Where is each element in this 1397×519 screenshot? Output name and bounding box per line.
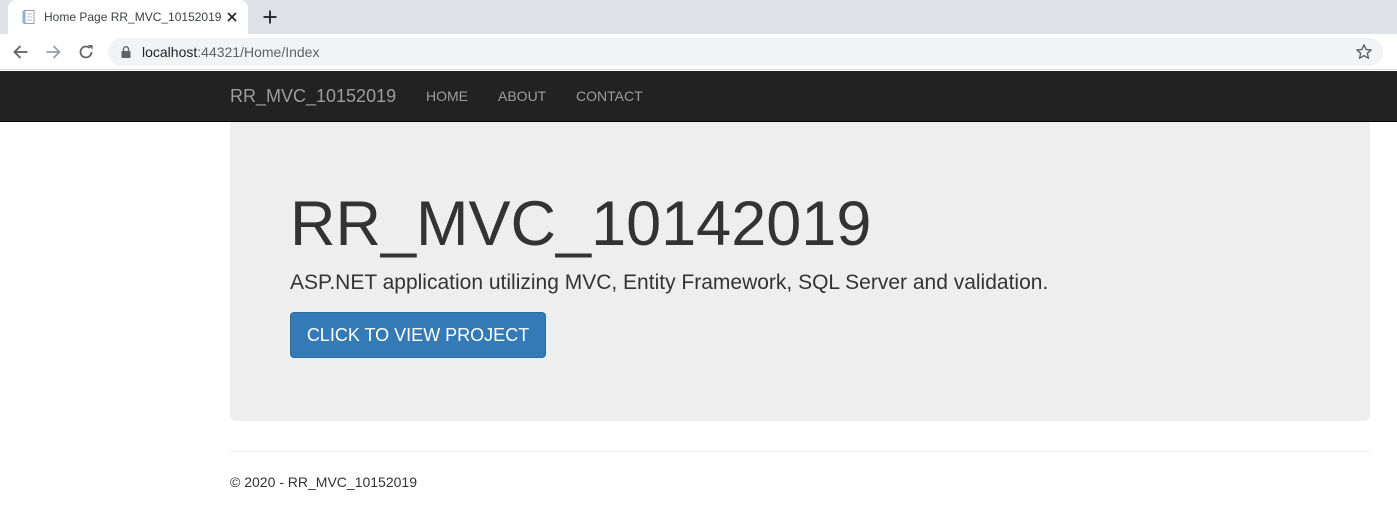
browser-tabstrip: Home Page RR_MVC_10152019 bbox=[0, 0, 1397, 34]
lock-icon[interactable] bbox=[119, 45, 133, 59]
browser-toolbar: localhost:44321/Home/Index bbox=[0, 34, 1397, 70]
forward-arrow-icon[interactable] bbox=[43, 42, 63, 62]
page-icon bbox=[22, 10, 35, 24]
footer-divider bbox=[230, 451, 1370, 452]
back-arrow-icon[interactable] bbox=[11, 42, 31, 62]
footer-copyright: © 2020 - RR_MVC_10152019 bbox=[230, 474, 417, 490]
lead-text: ASP.NET application utilizing MVC, Entit… bbox=[290, 271, 1049, 294]
tab-title: Home Page RR_MVC_10152019 bbox=[44, 10, 222, 24]
reload-icon[interactable] bbox=[76, 42, 96, 62]
browser-tab[interactable]: Home Page RR_MVC_10152019 bbox=[8, 0, 248, 34]
plus-icon[interactable] bbox=[260, 7, 280, 27]
view-project-button[interactable]: CLICK TO VIEW PROJECT bbox=[290, 312, 546, 358]
star-icon[interactable] bbox=[1355, 43, 1373, 61]
close-icon[interactable] bbox=[224, 9, 240, 25]
nav-link-contact[interactable]: CONTACT bbox=[576, 71, 643, 122]
page-title: RR_MVC_10142019 bbox=[290, 189, 872, 259]
url-text[interactable]: localhost:44321/Home/Index bbox=[142, 38, 319, 66]
nav-link-home[interactable]: HOME bbox=[426, 71, 468, 122]
site-navbar: RR_MVC_10152019 HOME ABOUT CONTACT bbox=[0, 71, 1397, 122]
nav-link-about[interactable]: ABOUT bbox=[498, 71, 546, 122]
url-host: localhost bbox=[142, 44, 198, 60]
address-bar[interactable]: localhost:44321/Home/Index bbox=[108, 38, 1383, 66]
url-path: :44321/Home/Index bbox=[197, 44, 320, 60]
jumbotron: RR_MVC_10142019 ASP.NET application util… bbox=[230, 122, 1370, 421]
navbar-brand[interactable]: RR_MVC_10152019 bbox=[230, 71, 396, 122]
